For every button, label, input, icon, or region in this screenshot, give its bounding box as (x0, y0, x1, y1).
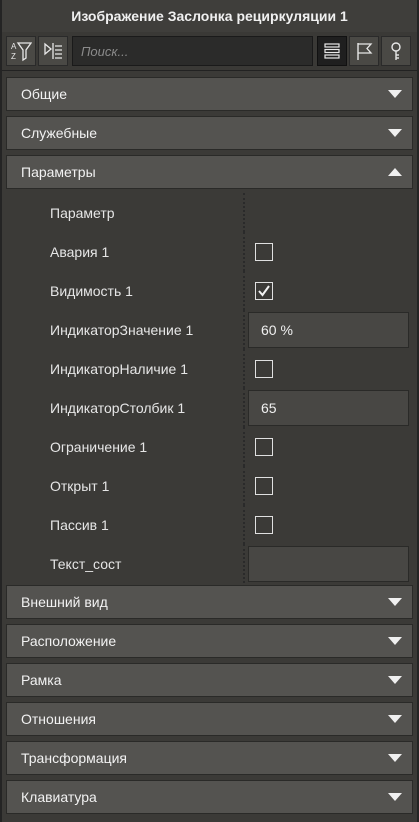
param-row-avariya: Авария 1 (6, 232, 413, 271)
param-checkbox[interactable] (255, 281, 273, 300)
section-label: Служебные (21, 125, 98, 141)
section-label: Клавиатура (21, 789, 97, 805)
column-divider[interactable] (243, 349, 245, 388)
section-keyboard[interactable]: Клавиатура (6, 780, 413, 814)
column-divider[interactable] (243, 193, 245, 232)
section-label: Внешний вид (21, 594, 108, 610)
param-value-field[interactable]: 65 (248, 389, 409, 426)
param-checkbox[interactable] (255, 515, 273, 534)
param-name: Ограничение 1 (50, 438, 148, 455)
column-divider[interactable] (243, 232, 245, 271)
search-input[interactable] (72, 36, 313, 66)
sections-list: Общие Служебные Параметры Параметр Авари… (2, 77, 417, 814)
key-button[interactable] (381, 36, 411, 66)
chevron-down-icon (388, 676, 402, 684)
toolbar: A Z (2, 32, 417, 71)
key-icon (391, 42, 401, 60)
param-row-ogranichenie: Ограничение 1 (6, 427, 413, 466)
param-row-passiv: Пассив 1 (6, 505, 413, 544)
column-divider[interactable] (243, 427, 245, 466)
chevron-down-icon (388, 754, 402, 762)
param-checkbox[interactable] (255, 476, 273, 495)
param-name: Пассив 1 (50, 516, 109, 533)
properties-panel: Изображение Заслонка рециркуляции 1 A Z (0, 0, 419, 822)
sort-filter-button[interactable]: A Z (6, 36, 36, 66)
list-view-button[interactable] (317, 36, 347, 66)
sort-filter-icon: A Z (11, 42, 32, 62)
param-name: ИндикаторЗначение 1 (50, 321, 194, 338)
section-label: Трансформация (21, 750, 127, 766)
param-name: ИндикаторСтолбик 1 (50, 399, 186, 416)
section-appearance[interactable]: Внешний вид (6, 585, 413, 619)
chevron-down-icon (388, 715, 402, 723)
flag-button[interactable] (349, 36, 379, 66)
chevron-down-icon (388, 90, 402, 98)
param-row-indikator-stolbik: ИндикаторСтолбик 1 65 (6, 388, 413, 427)
param-checkbox[interactable] (255, 359, 273, 378)
param-value-field[interactable] (248, 545, 409, 582)
expand-collapse-icon (44, 42, 62, 59)
chevron-down-icon (388, 598, 402, 606)
param-checkbox[interactable] (255, 437, 273, 456)
flag-icon (357, 43, 373, 60)
param-value-field[interactable]: 60 % (248, 311, 409, 348)
expand-collapse-button[interactable] (38, 36, 68, 66)
panel-title: Изображение Заслонка рециркуляции 1 (2, 0, 417, 32)
param-name: Авария 1 (50, 243, 110, 260)
list-view-icon (324, 43, 340, 59)
section-transform[interactable]: Трансформация (6, 741, 413, 775)
section-frame[interactable]: Рамка (6, 663, 413, 697)
section-label: Расположение (21, 633, 117, 649)
params-header: Параметр (50, 204, 115, 221)
section-label: Рамка (21, 672, 62, 688)
section-position[interactable]: Расположение (6, 624, 413, 658)
param-row-otkryt: Открыт 1 (6, 466, 413, 505)
column-divider[interactable] (243, 505, 245, 544)
section-relations[interactable]: Отношения (6, 702, 413, 736)
section-label: Отношения (21, 711, 96, 727)
svg-text:Z: Z (11, 52, 16, 61)
parameters-table: Параметр Авария 1 Видимость 1 ИндикаторЗ… (6, 189, 413, 585)
param-checkbox[interactable] (255, 242, 273, 261)
column-divider[interactable] (243, 544, 245, 583)
param-name: ИндикаторНаличие 1 (50, 360, 188, 377)
checkmark-icon (258, 284, 270, 297)
chevron-down-icon (388, 793, 402, 801)
chevron-down-icon (388, 637, 402, 645)
section-label: Параметры (21, 164, 96, 180)
section-general[interactable]: Общие (6, 77, 413, 111)
param-row-indikator-znachenie: ИндикаторЗначение 1 60 % (6, 310, 413, 349)
params-header-row: Параметр (6, 193, 413, 232)
param-row-tekst-sost: Текст_сост (6, 544, 413, 583)
param-name: Текст_сост (50, 555, 122, 572)
section-parameters[interactable]: Параметры (6, 155, 413, 189)
chevron-up-icon (388, 168, 402, 176)
column-divider[interactable] (243, 271, 245, 310)
chevron-down-icon (388, 129, 402, 137)
param-row-vidimost: Видимость 1 (6, 271, 413, 310)
param-name: Открыт 1 (50, 477, 110, 494)
section-service[interactable]: Служебные (6, 116, 413, 150)
column-divider[interactable] (243, 388, 245, 427)
param-name: Видимость 1 (50, 282, 133, 299)
column-divider[interactable] (243, 466, 245, 505)
param-row-indikator-nalichie: ИндикаторНаличие 1 (6, 349, 413, 388)
svg-text:A: A (11, 42, 17, 51)
column-divider[interactable] (243, 310, 245, 349)
section-label: Общие (21, 86, 68, 102)
